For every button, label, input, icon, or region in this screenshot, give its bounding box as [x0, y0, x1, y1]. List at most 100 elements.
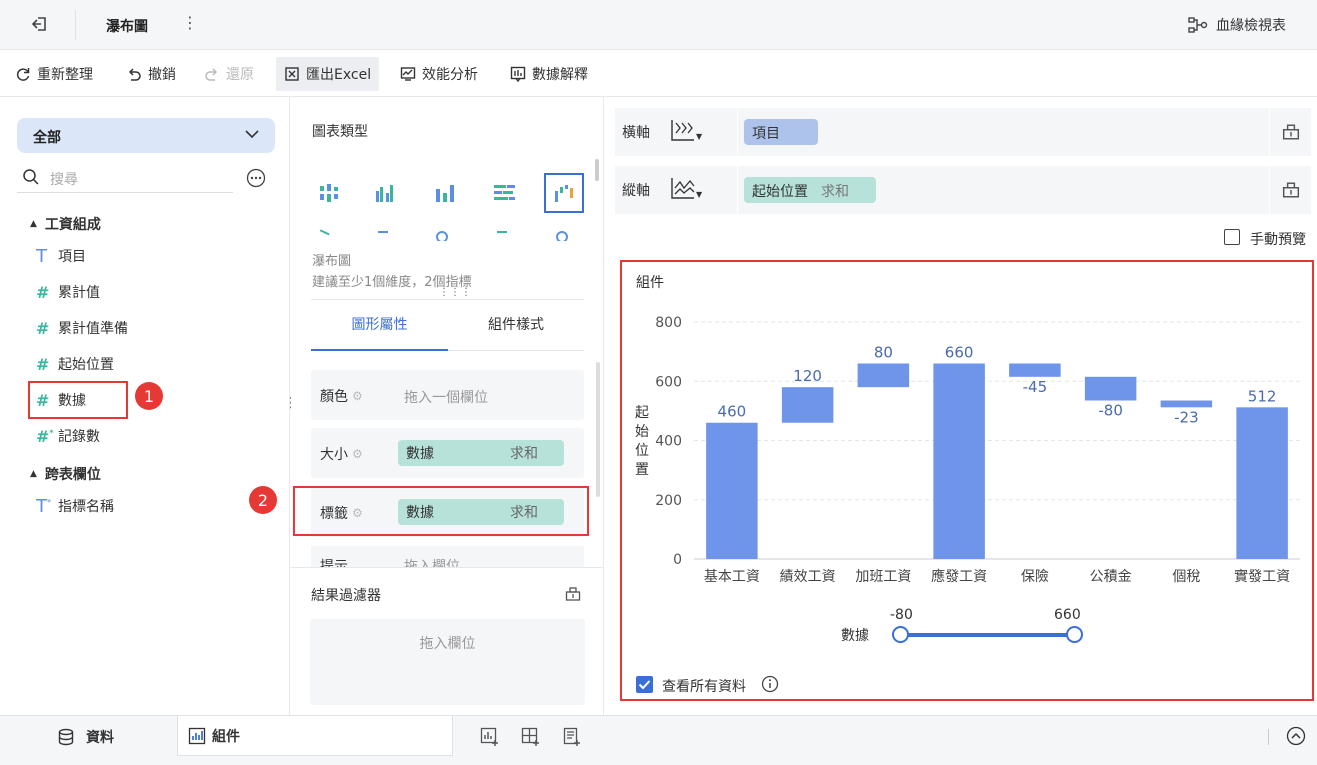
redo-icon	[204, 66, 220, 82]
grouped-bar-icon[interactable]	[318, 183, 340, 203]
x-tick-label: 個稅	[1172, 569, 1200, 585]
data-tab[interactable]: 資料	[58, 727, 114, 747]
y-axis-settings-icon[interactable]	[1282, 181, 1300, 199]
waterfall-bar	[933, 363, 985, 559]
add-dashboard-icon[interactable]	[562, 727, 582, 747]
search-placeholder: 搜尋	[50, 172, 78, 188]
y-axis-title-char: 始	[635, 424, 649, 440]
field-label: 記錄數	[58, 429, 100, 445]
waterfall-bar	[857, 363, 910, 388]
data-label: -80	[1098, 402, 1123, 420]
info-icon[interactable]	[761, 675, 779, 693]
search-icon	[22, 168, 40, 186]
waterfall-bar	[1084, 376, 1137, 401]
y-axis-label: 縱軸	[622, 183, 650, 199]
x-tick-label: 基本工資	[704, 568, 760, 585]
view-all-checkbox[interactable]	[636, 676, 653, 693]
settings-icon[interactable]: ⚙	[352, 447, 363, 461]
field-item[interactable]: T 項目	[36, 244, 86, 268]
field-item[interactable]: # 累計值準備	[36, 316, 128, 340]
manual-preview-checkbox[interactable]	[1224, 229, 1240, 245]
color-drop-placeholder: 拖入一個欄位	[404, 390, 488, 406]
settings-icon[interactable]: ⚙	[352, 389, 363, 403]
group-header[interactable]: ▲ 工資組成	[30, 214, 101, 234]
add-widget-icon[interactable]	[480, 727, 500, 747]
exit-icon[interactable]	[30, 14, 50, 34]
export-excel-button[interactable]: 匯出Excel	[276, 57, 380, 91]
chevron-down-icon	[245, 129, 259, 139]
slider-max-value: 660	[1054, 607, 1081, 623]
x-axis-pill[interactable]: 項目	[744, 119, 818, 145]
color-property[interactable]: 顏色 ⚙ 拖入一個欄位	[311, 370, 584, 420]
waterfall-bar	[1009, 363, 1061, 377]
undo-button[interactable]: 撤銷	[126, 62, 176, 86]
stacked-bar-icon[interactable]	[434, 183, 456, 203]
x-axis-type-icon[interactable]: ▼	[670, 118, 702, 142]
scrollbar[interactable]	[596, 362, 600, 497]
pill-agg: 求和	[821, 184, 849, 200]
dropdown-value: 全部	[33, 130, 61, 146]
x-tick-label: 績效工資	[780, 569, 836, 585]
field-item[interactable]: #* 記錄數	[36, 424, 100, 448]
top-bar: 瀑布圖 ⋮ 血緣檢視表	[0, 0, 1317, 50]
add-crosstable-icon[interactable]	[521, 727, 541, 747]
x-axis-label: 橫軸	[622, 125, 650, 141]
property-row-partial[interactable]: 提示 拖入欄位	[311, 546, 584, 567]
undo-label: 撤銷	[148, 67, 176, 83]
slider-track[interactable]	[901, 633, 1075, 637]
table-dropdown[interactable]: 全部	[17, 118, 275, 153]
y-axis-type-icon[interactable]: ▼	[670, 176, 702, 200]
more-icon[interactable]: ⋮	[182, 13, 198, 32]
view-all-label: 查看所有資料	[662, 679, 746, 695]
scrollbar[interactable]	[595, 159, 599, 181]
more-options-icon[interactable]	[246, 168, 266, 188]
x-axis-settings-icon[interactable]	[1282, 123, 1300, 141]
refresh-button[interactable]: 重新整理	[15, 62, 93, 86]
filter-drop-zone[interactable]: 拖入欄位	[310, 619, 585, 705]
waterfall-chart-icon[interactable]	[544, 173, 584, 213]
filter-settings-icon[interactable]	[565, 586, 581, 602]
slider-label: 數據	[841, 628, 869, 644]
data-label: 80	[874, 343, 893, 361]
field-item[interactable]: # 累計值	[36, 280, 100, 304]
search-box[interactable]: 搜尋	[17, 163, 233, 193]
data-explain-button[interactable]: 數據解釋	[510, 62, 588, 86]
export-label: 匯出Excel	[306, 67, 372, 83]
collapse-up-icon[interactable]	[1286, 726, 1306, 746]
hint-label: 提示	[320, 559, 348, 567]
data-label: -45	[1023, 378, 1048, 396]
chart-area: 橫軸 ▼ 項目 縱軸 ▼ 起始位置 求和 手動預覽 組件 0 200 400 600 8…	[605, 97, 1317, 715]
tab-graph-properties[interactable]: 圖形屬性	[311, 315, 448, 351]
slider-handle-min[interactable]	[892, 626, 909, 643]
x-tick-label: 實發工資	[1234, 568, 1290, 585]
y-axis-title-char: 置	[635, 462, 649, 478]
group-header[interactable]: ▲ 跨表欄位	[30, 464, 101, 484]
horizontal-bar-icon[interactable]	[493, 183, 517, 203]
field-panel: 全部 搜尋 ▲ 工資組成 T 項目 # 累計值 # 累計值準備 # 起始位置 # 數據 #…	[0, 97, 309, 715]
widget-tab[interactable]: 組件	[177, 716, 453, 756]
data-label: -23	[1174, 408, 1199, 426]
lineage-button[interactable]: 血緣檢視表	[1188, 15, 1286, 35]
highlight-box	[28, 381, 128, 419]
chart-config-panel: 圖表類型 瀑布圖 建議至少1個維度，2個指標 ⋮⋮⋮ 圖形屬性 組件樣式 顏色 ⚙…	[249, 97, 604, 715]
perf-analysis-button[interactable]: 效能分析	[400, 62, 478, 86]
filter-placeholder: 拖入欄位	[419, 636, 476, 652]
redo-button[interactable]: 還原	[204, 62, 254, 86]
highlight-box	[293, 486, 589, 536]
data-label: 512	[1248, 387, 1277, 405]
field-item[interactable]: T* 指標名稱	[36, 494, 114, 518]
explain-label: 數據解釋	[532, 67, 588, 83]
group-label: 工資組成	[44, 217, 101, 233]
tab-label: 圖形屬性	[351, 317, 408, 333]
field-item[interactable]: # 起始位置	[36, 352, 114, 376]
excel-icon	[284, 66, 300, 82]
pill-field: 項目	[752, 126, 780, 142]
column-bar-icon[interactable]	[375, 183, 397, 203]
y-axis-pill[interactable]: 起始位置 求和	[744, 177, 876, 203]
size-field-pill[interactable]: 數據 求和	[398, 440, 564, 466]
size-property[interactable]: 大小 ⚙ 數據 求和	[311, 428, 584, 478]
step-badge: 2	[249, 486, 277, 514]
slider-handle-max[interactable]	[1066, 626, 1083, 643]
drag-handle-icon[interactable]: ⋮⋮⋮	[439, 287, 472, 298]
tab-widget-style[interactable]: 組件樣式	[448, 315, 584, 351]
